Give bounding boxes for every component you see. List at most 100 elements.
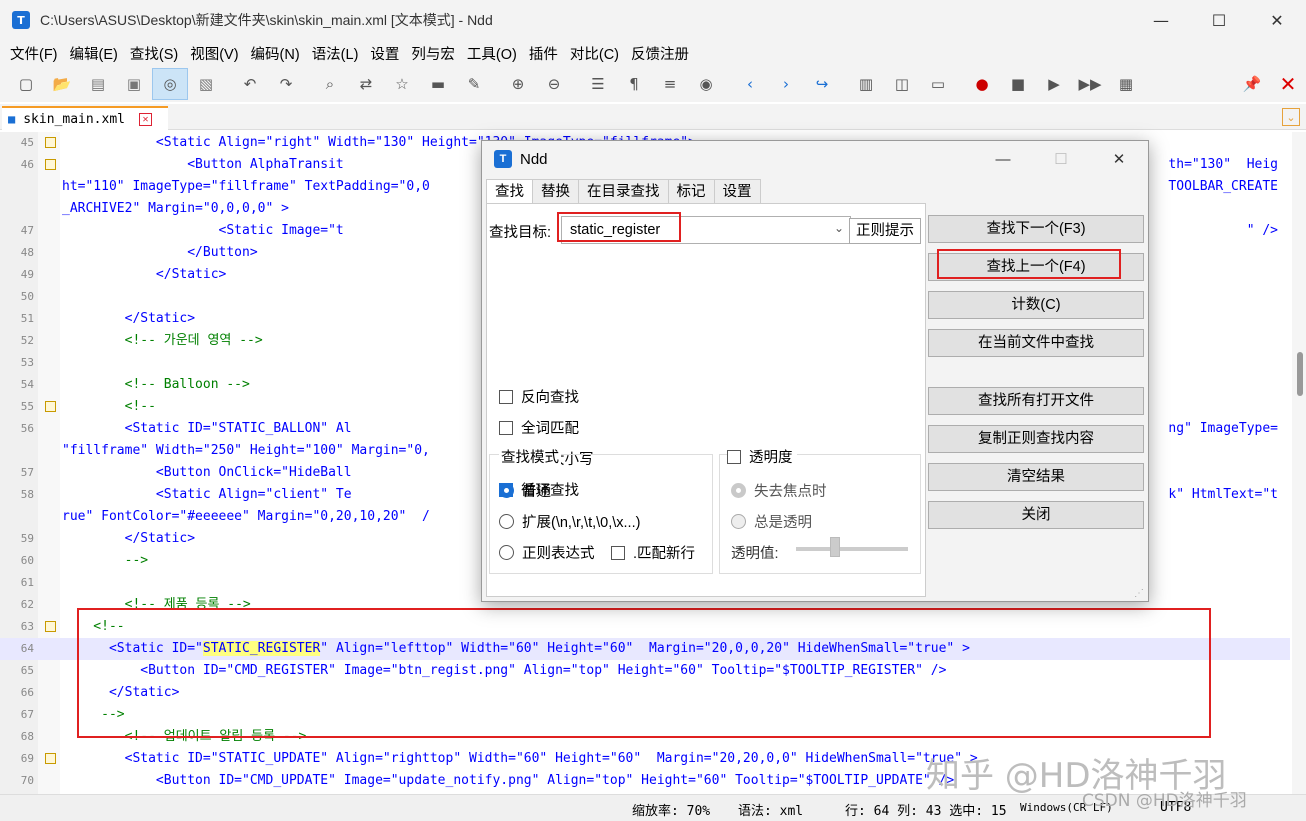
resize-grip-icon[interactable]: ⋰	[1134, 588, 1144, 599]
status-zoom: 缩放率: 70%	[632, 804, 711, 819]
line-number: 65	[20, 664, 34, 677]
record-icon[interactable]: ●	[964, 68, 1000, 100]
close-icon[interactable]: ✕	[1248, 0, 1306, 40]
menu-item[interactable]: 文件(F)	[4, 43, 64, 64]
annotation-box-search	[557, 212, 681, 242]
slider-thumb[interactable]	[830, 537, 840, 557]
line-number: 60	[20, 554, 34, 567]
fold-marker-icon[interactable]	[45, 159, 56, 170]
close-file-icon[interactable]: ▧	[188, 68, 224, 100]
fold-marker-icon[interactable]	[45, 753, 56, 764]
menu-item[interactable]: 插件	[523, 43, 564, 64]
line-number: 61	[20, 576, 34, 589]
replace-icon[interactable]: ⇄	[348, 68, 384, 100]
monitor-icon[interactable]: ▭	[920, 68, 956, 100]
code-text: <!-- 가운데 영역 -->	[62, 333, 263, 348]
zoom-out-icon[interactable]: ⊖	[536, 68, 572, 100]
search-mode-radio[interactable]: 扩展(\n,\r,\t,\0,\x...)	[499, 511, 640, 532]
highlight-icon[interactable]: ▬	[420, 68, 456, 100]
fold-marker-icon[interactable]	[45, 621, 56, 632]
indent-icon[interactable]: ≡	[652, 68, 688, 100]
transparency-radio[interactable]: 总是透明	[731, 511, 812, 532]
dialog-titlebar[interactable]: T Ndd — ☐ ✕	[482, 141, 1148, 177]
bookmark-icon[interactable]: ☆	[384, 68, 420, 100]
window-title: C:\Users\ASUS\Desktop\新建文件夹\skin\skin_ma…	[40, 12, 493, 28]
dialog-app-icon: T	[494, 150, 512, 168]
search-mode-radio[interactable]: 正则表达式	[499, 542, 595, 563]
menu-item[interactable]: 设置	[364, 43, 405, 64]
maximize-icon[interactable]: ☐	[1190, 0, 1248, 40]
menu-item[interactable]: 语法(L)	[306, 43, 365, 64]
line-number: 64	[20, 642, 34, 655]
save-all-icon[interactable]: ▣	[116, 68, 152, 100]
option-checkbox[interactable]: 反向查找	[499, 386, 579, 407]
scrollbar-thumb[interactable]	[1297, 352, 1303, 396]
compare-icon[interactable]: ▥	[848, 68, 884, 100]
dialog-tab[interactable]: 设置	[713, 179, 761, 203]
paragraph-icon[interactable]: ¶	[616, 68, 652, 100]
new-file-icon[interactable]: ▢	[8, 68, 44, 100]
erase-icon[interactable]: ✎	[456, 68, 492, 100]
code-text: <!--	[62, 399, 156, 414]
dialog-tab[interactable]: 标记	[667, 179, 715, 203]
menu-item[interactable]: 工具(O)	[461, 43, 523, 64]
pin-icon[interactable]: 📌	[1234, 68, 1270, 100]
dialog-button[interactable]: 关闭	[928, 501, 1144, 529]
dialog-close-icon[interactable]: ✕	[1090, 141, 1148, 177]
dot-newline-checkbox[interactable]: .匹配新行	[611, 542, 695, 563]
transparency-slider[interactable]	[796, 547, 908, 551]
fold-marker-icon[interactable]	[45, 401, 56, 412]
dialog-button[interactable]: 在当前文件中查找	[928, 329, 1144, 357]
format-icon[interactable]: ☰	[580, 68, 616, 100]
find-panel: 查找目标: static_register ⌄ 正则提示 反向查找全词匹配匹配大…	[486, 203, 926, 597]
menu-item[interactable]: 反馈注册	[625, 43, 695, 64]
menu-item[interactable]: 对比(C)	[564, 43, 625, 64]
dialog-button[interactable]: 复制正则查找内容	[928, 425, 1144, 453]
goto-icon[interactable]: ↪	[804, 68, 840, 100]
redo-icon[interactable]: ↷	[268, 68, 304, 100]
zoom-in-icon[interactable]: ⊕	[500, 68, 536, 100]
option-checkbox[interactable]: 全词匹配	[499, 417, 579, 438]
play-icon[interactable]: ▶	[1036, 68, 1072, 100]
fold-marker-icon[interactable]	[45, 137, 56, 148]
close-tab-icon[interactable]: ✕	[138, 112, 152, 126]
vertical-scrollbar[interactable]	[1292, 132, 1306, 794]
save-macro-icon[interactable]: ▦	[1108, 68, 1144, 100]
find-icon[interactable]: ⌕	[312, 68, 348, 100]
chevron-down-icon[interactable]: ⌄	[834, 221, 844, 235]
fast-play-icon[interactable]: ▶▶	[1072, 68, 1108, 100]
menu-item[interactable]: 查找(S)	[124, 43, 184, 64]
split-icon[interactable]: ◫	[884, 68, 920, 100]
regex-hint-button[interactable]: 正则提示	[849, 218, 921, 244]
dialog-tab[interactable]: 查找	[486, 179, 533, 203]
stop-icon[interactable]: ■	[1000, 68, 1036, 100]
dialog-tab[interactable]: 在目录查找	[578, 179, 669, 203]
dialog-button[interactable]: 计数(C)	[928, 291, 1144, 319]
wrap-icon[interactable]: ◎	[152, 68, 188, 100]
dialog-button[interactable]: 清空结果	[928, 463, 1144, 491]
file-tab[interactable]: ■ skin_main.xml ✕	[2, 106, 168, 130]
menu-item[interactable]: 视图(V)	[184, 43, 244, 64]
dialog-button[interactable]: 查找所有打开文件	[928, 387, 1144, 415]
search-mode-radio[interactable]: 普通	[499, 480, 551, 501]
minimize-icon[interactable]: —	[1132, 0, 1190, 40]
dialog-tab[interactable]: 替换	[532, 179, 579, 203]
dialog-button[interactable]: 查找下一个(F3)	[928, 215, 1144, 243]
transparency-checkbox[interactable]: 透明度	[727, 446, 797, 467]
target-icon[interactable]: ◉	[688, 68, 724, 100]
close-all-icon[interactable]: ✕	[1270, 68, 1306, 100]
save-icon[interactable]: ▤	[80, 68, 116, 100]
line-number: 57	[20, 466, 34, 479]
tab-list-icon[interactable]: ⌄	[1282, 108, 1300, 126]
menu-item[interactable]: 列与宏	[405, 43, 461, 64]
next-icon[interactable]: ›	[768, 68, 804, 100]
line-number: 54	[20, 378, 34, 391]
transparency-radio[interactable]: 失去焦点时	[731, 480, 827, 501]
open-folder-icon[interactable]: 📂	[44, 68, 80, 100]
menu-item[interactable]: 编码(N)	[245, 43, 306, 64]
undo-icon[interactable]: ↶	[232, 68, 268, 100]
prev-icon[interactable]: ‹	[732, 68, 768, 100]
menu-item[interactable]: 编辑(E)	[64, 43, 124, 64]
code-text: <Static Image="t	[62, 223, 344, 238]
dialog-minimize-icon[interactable]: —	[974, 141, 1032, 177]
